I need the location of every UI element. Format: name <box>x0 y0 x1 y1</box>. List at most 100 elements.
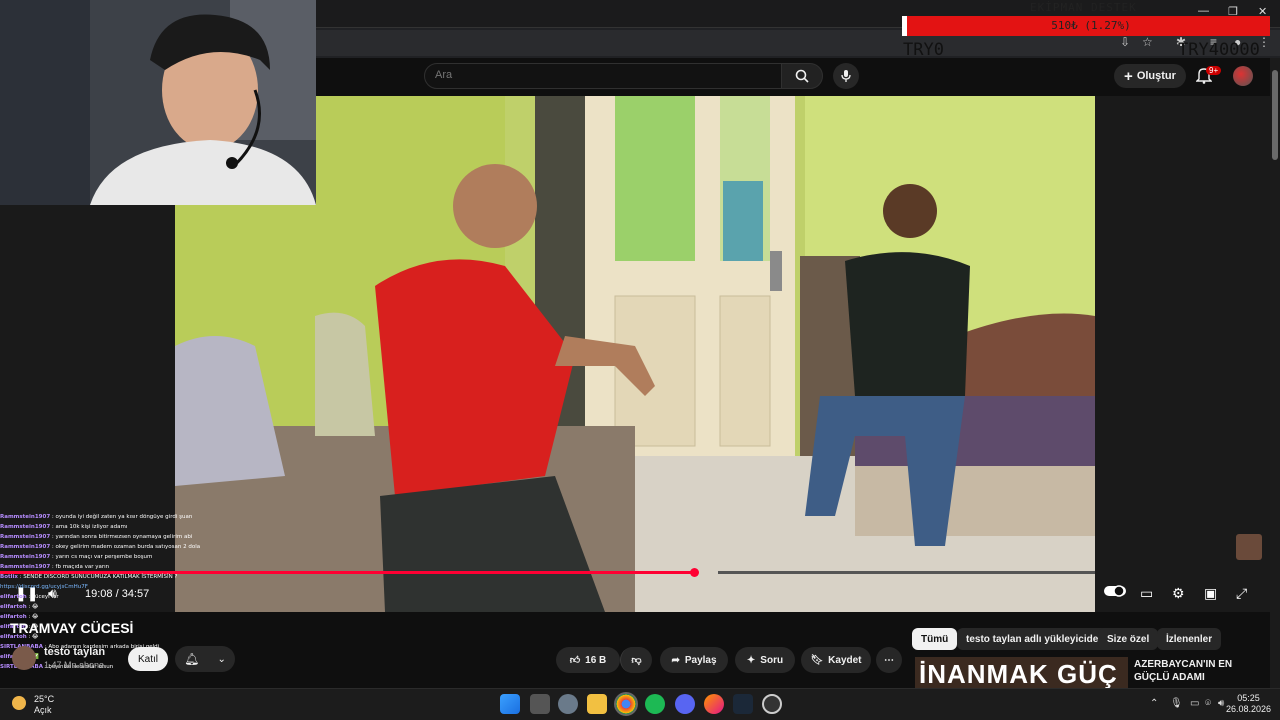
moon-weather-icon[interactable] <box>12 696 26 710</box>
chat-text: yarın cs maçı var perşembe boşum <box>55 554 153 560</box>
recommendation-title[interactable]: AZERBAYCAN'IN EN GÜÇLÜ ADAMI <box>1134 658 1264 684</box>
chat-text: SENDE DISCORD SUNUCUMUZA KATILMAK İSTERM… <box>23 574 178 580</box>
more-dots-icon: ⋯ <box>884 654 894 666</box>
weather-temp[interactable]: 25°C <box>34 694 54 704</box>
microphone-icon <box>841 70 851 82</box>
scrollbar-thumb[interactable] <box>1272 70 1278 160</box>
start-icon[interactable] <box>500 694 520 714</box>
donation-max-label: TRY40000 <box>1178 40 1260 60</box>
chip-for-you[interactable]: Size özel <box>1098 628 1159 650</box>
chrome-icon[interactable] <box>614 692 638 716</box>
save-label: Kaydet <box>828 654 862 666</box>
save-button[interactable]: 🔖︎ Kaydet <box>801 647 871 673</box>
thumbs-up-icon: 👍︎ <box>569 655 581 666</box>
mic-tray-icon[interactable]: 🎙︎ <box>1170 698 1183 709</box>
chat-message: Rammstein1907 : okey gelirim madem ozama… <box>0 542 200 552</box>
install-icon[interactable]: ⇩ <box>1120 35 1130 49</box>
chat-message: Rammstein1907 : oyunda iyi değil zaten y… <box>0 512 200 522</box>
autoplay-toggle-icon[interactable] <box>1104 584 1126 601</box>
speaker-icon[interactable]: 🔊︎ <box>1218 698 1224 709</box>
taskbar-clock[interactable]: 05:25 26.08.2026 <box>1226 693 1271 715</box>
tray-chevron-icon[interactable]: ⌃ <box>1150 698 1158 709</box>
firefox-icon[interactable] <box>704 694 724 714</box>
bell-icon: 🔔︎ <box>184 652 200 666</box>
subtitles-icon[interactable]: ▭ <box>1140 585 1153 602</box>
chat-message: Rammstein1907 : yarın cs maçı var perşem… <box>0 552 200 562</box>
search-button[interactable] <box>781 63 823 89</box>
donation-min-label: TRY0 <box>903 40 944 60</box>
obs-icon[interactable] <box>762 694 782 714</box>
create-button[interactable]: + Oluştur <box>1114 64 1186 88</box>
windows-taskbar <box>0 688 1280 720</box>
chat-message: Rammstein1907 : ama 10k kişi izliyor ada… <box>0 522 200 532</box>
chat-text: okey gelirim madem ozaman burda satıyosa… <box>55 544 200 550</box>
share-label: Paylaş <box>684 654 717 666</box>
steam-icon[interactable] <box>733 694 753 714</box>
miniplayer-icon[interactable]: ▣ <box>1204 585 1217 602</box>
donation-progress-text: 510₺ (1.27%) <box>1051 19 1131 32</box>
chat-message: Botlix : SENDE DISCORD SUNUCUMUZA KATILM… <box>0 572 200 582</box>
chat-text: fb maçıda var yarın <box>55 564 110 570</box>
like-count: 16 B <box>585 654 607 666</box>
chat-text: https://discord.gg/ucyjsCmHu7F <box>0 584 88 590</box>
chat-message: Rammstein1907 : fb maçıda var yarın <box>0 562 200 572</box>
chat-username: Rammstein1907 <box>0 514 51 520</box>
display-tray-icon[interactable]: ▭ <box>1190 698 1199 709</box>
recommendation-thumbnail[interactable]: İNANMAK GÜÇ <box>915 657 1128 688</box>
more-actions-button[interactable]: ⋯ <box>876 647 902 673</box>
donation-title: EKİPMAN DESTEK <box>1030 1 1137 14</box>
chat-username: Botlix <box>0 574 18 580</box>
account-avatar[interactable] <box>1233 66 1253 86</box>
chip-watched[interactable]: İzlenenler <box>1157 628 1222 650</box>
chat-text: cüceyi ler <box>32 594 59 600</box>
discord-icon[interactable] <box>675 694 695 714</box>
progress-remaining[interactable] <box>718 571 1095 574</box>
chat-username: Rammstein1907 <box>0 564 51 570</box>
webcam-overlay <box>0 0 316 205</box>
settings-app-icon[interactable] <box>558 694 578 714</box>
share-arrow-icon: ➦ <box>671 654 680 666</box>
fullscreen-icon[interactable]: ⤢ <box>1236 585 1247 602</box>
settings-gear-icon[interactable]: ⚙ <box>1172 585 1185 602</box>
bookmark-icon: 🔖︎ <box>810 654 824 666</box>
task-view-icon[interactable] <box>530 694 550 714</box>
chip-from-uploader[interactable]: testo taylan adlı yükleyiciden <box>957 628 1114 650</box>
donation-progress-bar: 510₺ (1.27%) <box>902 16 1270 36</box>
spotify-icon[interactable] <box>645 694 665 714</box>
video-title: TRAMVAY CÜCESİ <box>10 620 134 636</box>
search-box[interactable] <box>424 63 782 89</box>
chat-username: elifartoh <box>0 594 27 600</box>
search-icon <box>795 69 809 83</box>
notification-badge: 9+ <box>1206 66 1222 75</box>
join-button[interactable]: Katıl <box>128 647 168 671</box>
toggle-switch <box>1104 585 1126 597</box>
share-button[interactable]: ➦ Paylaş <box>660 647 728 673</box>
subscribe-bell-button[interactable]: 🔔︎ ⌄ <box>175 646 235 672</box>
bookmark-star-icon[interactable]: ☆ <box>1142 35 1153 49</box>
network-icon[interactable]: ⌾ <box>1205 698 1211 709</box>
create-label: Oluştur <box>1136 70 1176 82</box>
chip-all[interactable]: Tümü <box>912 628 958 650</box>
chat-text: ama 10k kişi izliyor adamı <box>55 524 128 530</box>
progress-scrubber[interactable] <box>690 568 699 577</box>
chat-text: 😂 <box>32 604 39 610</box>
ask-label: Soru <box>760 654 784 666</box>
chevron-down-icon: ⌄ <box>217 653 226 665</box>
search-input[interactable] <box>435 69 755 81</box>
dislike-button[interactable]: 👎︎ <box>620 647 652 673</box>
thumbnail-text: İNANMAK GÜÇ <box>919 659 1118 688</box>
subscriber-count: 1,47 Mn abone <box>44 660 105 670</box>
chat-text: yarından sonra bitirmezsen oynamaya geli… <box>55 534 193 540</box>
channel-watermark[interactable] <box>1236 534 1262 560</box>
chat-username: Rammstein1907 <box>0 554 51 560</box>
like-button[interactable]: 👍︎ 16 B <box>556 647 620 673</box>
voice-search-button[interactable] <box>833 63 859 89</box>
ask-button[interactable]: ✦ Soru <box>735 647 795 673</box>
clock-date: 26.08.2026 <box>1226 704 1272 714</box>
chat-message: Rammstein1907 : yarından sonra bitirmezs… <box>0 532 200 542</box>
file-explorer-icon[interactable] <box>587 694 607 714</box>
weather-desc: Açık <box>34 705 52 715</box>
chat-username: Rammstein1907 <box>0 534 51 540</box>
channel-avatar[interactable] <box>12 646 36 670</box>
channel-name[interactable]: testo taylan <box>44 646 105 658</box>
